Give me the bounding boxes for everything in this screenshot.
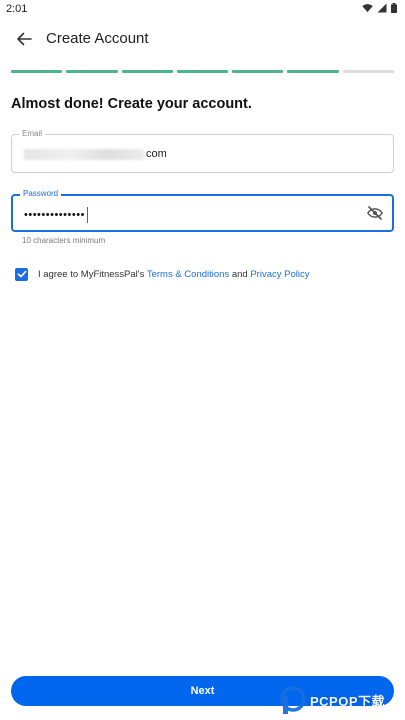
- progress-segment: [287, 70, 339, 73]
- email-field[interactable]: Email com: [11, 128, 394, 173]
- check-icon: [17, 270, 26, 278]
- agreement-prefix: I agree to MyFitnessPal's: [38, 268, 147, 280]
- password-helper-text: 10 characters minimum: [22, 236, 106, 245]
- status-icons: [362, 3, 397, 13]
- wifi-icon: [362, 4, 373, 13]
- terms-link[interactable]: Terms & Conditions: [147, 269, 229, 280]
- status-time: 2:01: [6, 3, 28, 15]
- status-bar: 2:01: [0, 0, 405, 18]
- toggle-visibility-button[interactable]: [366, 204, 384, 222]
- email-suffix: com: [146, 148, 167, 160]
- agreement-text: I agree to MyFitnessPal's Terms & Condit…: [38, 269, 309, 280]
- password-dots: ••••••••••••••: [24, 209, 85, 221]
- signal-icon: [377, 3, 387, 13]
- eye-off-icon: [366, 206, 384, 220]
- app-bar: Create Account: [0, 22, 405, 56]
- section-heading: Almost done! Create your account.: [11, 96, 252, 112]
- watermark-logo-icon: [280, 686, 306, 714]
- agreement-middle: and: [229, 268, 251, 280]
- text-caret: [86, 207, 89, 223]
- progress-segment: [121, 70, 173, 73]
- progress-segment: [342, 70, 394, 73]
- password-value: ••••••••••••••: [24, 207, 89, 223]
- progress-indicator: [11, 70, 394, 73]
- back-button[interactable]: [10, 26, 38, 52]
- email-redacted: [24, 148, 144, 160]
- agreement-row: I agree to MyFitnessPal's Terms & Condit…: [15, 266, 395, 282]
- password-field[interactable]: Password ••••••••••••••: [11, 188, 394, 232]
- email-label: Email: [19, 128, 46, 140]
- progress-segment: [176, 70, 229, 73]
- password-label: Password: [20, 188, 62, 200]
- email-value: com: [24, 148, 167, 160]
- progress-segment: [11, 70, 63, 73]
- privacy-link[interactable]: Privacy Policy: [250, 269, 309, 280]
- watermark-text: PCPOP下载: [310, 693, 386, 709]
- progress-segment: [66, 70, 118, 73]
- agree-checkbox[interactable]: [15, 267, 28, 281]
- arrow-left-icon: [17, 32, 32, 46]
- page-title: Create Account: [46, 30, 149, 47]
- progress-segment: [232, 70, 284, 73]
- watermark: PCPOP下载: [280, 684, 402, 716]
- battery-icon: [391, 3, 397, 13]
